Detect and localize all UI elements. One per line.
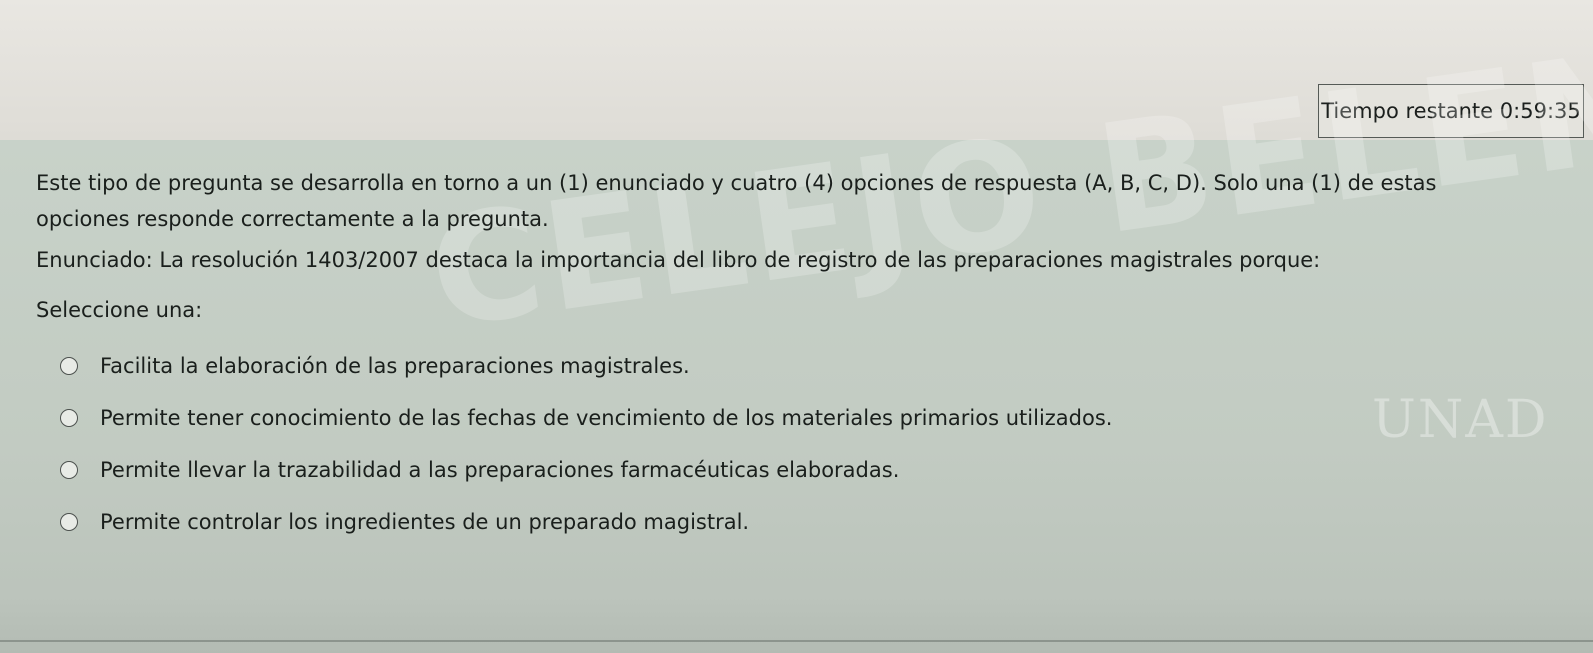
university-logo-watermark: UNAD — [1372, 390, 1549, 450]
radio-button-icon[interactable] — [60, 461, 78, 479]
footer-area — [0, 596, 1593, 653]
footer-divider — [0, 640, 1593, 642]
select-one-label: Seleccione una: — [36, 298, 203, 322]
radio-button-icon[interactable] — [60, 409, 78, 427]
answer-options: Facilita la elaboración de las preparaci… — [60, 340, 1112, 548]
answer-option-label[interactable]: Permite controlar los ingredientes de un… — [100, 510, 749, 534]
question-statement: Enunciado: La resolución 1403/2007 desta… — [36, 248, 1321, 272]
answer-option-label[interactable]: Permite llevar la trazabilidad a las pre… — [100, 458, 899, 482]
answer-option-c[interactable]: Permite llevar la trazabilidad a las pre… — [60, 444, 1112, 496]
answer-option-a[interactable]: Facilita la elaboración de las preparaci… — [60, 340, 1112, 392]
answer-option-label[interactable]: Facilita la elaboración de las preparaci… — [100, 354, 690, 378]
answer-option-label[interactable]: Permite tener conocimiento de las fechas… — [100, 406, 1112, 430]
answer-option-b[interactable]: Permite tener conocimiento de las fechas… — [60, 392, 1112, 444]
time-remaining-value: 0:59:35 — [1499, 99, 1581, 123]
answer-option-d[interactable]: Permite controlar los ingredientes de un… — [60, 496, 1112, 548]
radio-button-icon[interactable] — [60, 357, 78, 375]
time-remaining-label: Tiempo restante — [1321, 99, 1494, 123]
time-remaining-box: Tiempo restante 0:59:35 — [1318, 84, 1584, 138]
radio-button-icon[interactable] — [60, 513, 78, 531]
question-instructions: Este tipo de pregunta se desarrolla en t… — [36, 171, 1437, 231]
